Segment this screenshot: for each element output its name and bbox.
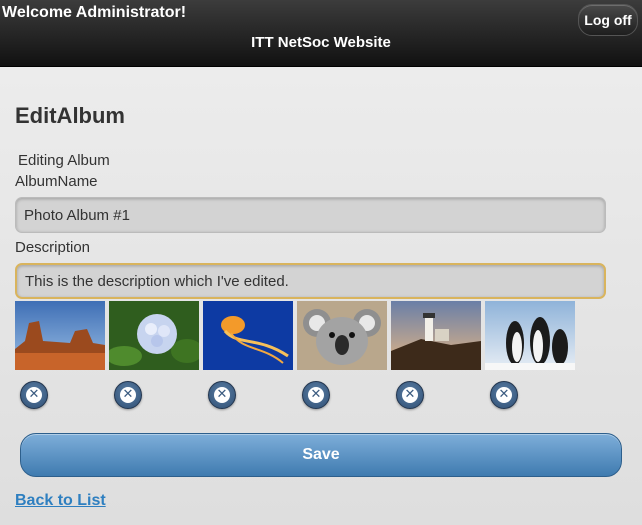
lighthouse-photo[interactable] — [391, 301, 481, 370]
album-name-label: AlbumName — [15, 173, 98, 190]
x-icon: ✕ — [214, 387, 230, 403]
hydrangea-photo[interactable] — [109, 301, 199, 370]
description-label: Description — [15, 239, 91, 256]
x-icon: ✕ — [402, 387, 418, 403]
penguins-photo[interactable] — [485, 301, 575, 370]
back-to-list-link[interactable]: Back to List — [15, 492, 106, 510]
album-name-input[interactable] — [15, 197, 606, 233]
remove-photo-button[interactable]: ✕ — [396, 381, 424, 409]
x-icon: ✕ — [308, 387, 324, 403]
logoff-button[interactable]: Log off — [578, 4, 638, 36]
x-icon: ✕ — [496, 387, 512, 403]
remove-photo-button[interactable]: ✕ — [20, 381, 48, 409]
x-icon: ✕ — [120, 387, 136, 403]
x-icon: ✕ — [26, 387, 42, 403]
remove-photo-button[interactable]: ✕ — [208, 381, 236, 409]
jellyfish-photo[interactable] — [203, 301, 293, 370]
site-title: ITT NetSoc Website — [251, 34, 391, 51]
desert-photo[interactable] — [15, 301, 105, 370]
koala-photo[interactable] — [297, 301, 387, 370]
form-legend: Editing Album — [18, 152, 110, 169]
welcome-text: Welcome Administrator! — [2, 4, 187, 21]
remove-photo-button[interactable]: ✕ — [302, 381, 330, 409]
save-button[interactable]: Save — [20, 433, 622, 477]
page-title: EditAlbum — [15, 103, 125, 128]
header-bar: Welcome Administrator! ITT NetSoc Websit… — [0, 0, 642, 67]
description-input[interactable] — [15, 263, 606, 299]
remove-photo-button[interactable]: ✕ — [114, 381, 142, 409]
remove-photo-button[interactable]: ✕ — [490, 381, 518, 409]
